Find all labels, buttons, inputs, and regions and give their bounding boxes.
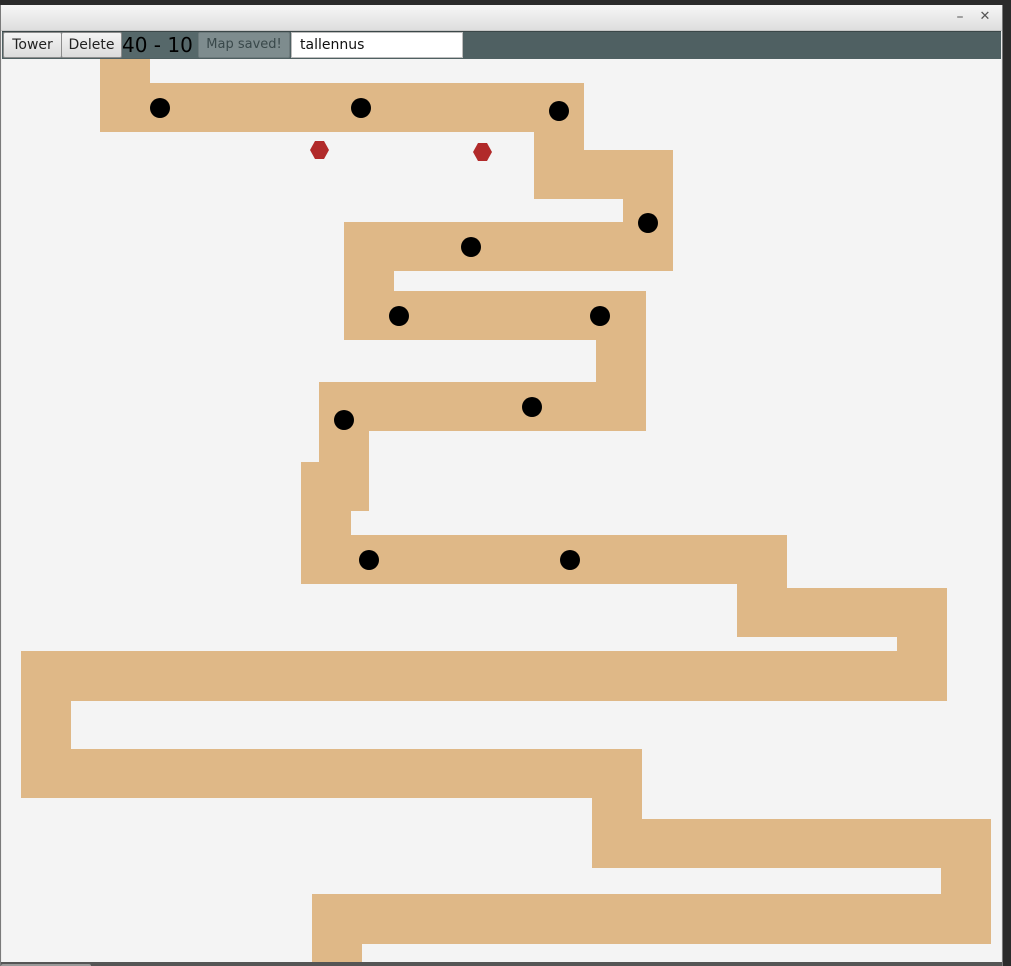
close-icon[interactable]: ✕ — [976, 8, 994, 26]
save-map-button[interactable]: Map saved! — [198, 32, 290, 58]
tower[interactable] — [461, 237, 481, 257]
path-segment — [21, 651, 947, 701]
tower[interactable] — [150, 98, 170, 118]
path-segment — [21, 749, 642, 798]
tower[interactable] — [549, 101, 569, 121]
minimize-icon[interactable]: – — [951, 8, 969, 26]
game-map[interactable] — [2, 59, 1001, 963]
tower[interactable] — [359, 550, 379, 570]
tower[interactable] — [560, 550, 580, 570]
map-name-input[interactable] — [291, 32, 463, 58]
tower[interactable] — [590, 306, 610, 326]
enemy-path — [21, 59, 991, 963]
enemy — [310, 141, 329, 159]
tower[interactable] — [334, 410, 354, 430]
enemies — [310, 141, 492, 161]
tower[interactable] — [638, 213, 658, 233]
horizontal-scrollbar[interactable] — [1, 962, 1002, 966]
tower[interactable] — [351, 98, 371, 118]
tower[interactable] — [389, 306, 409, 326]
delete-button[interactable]: Delete — [61, 32, 122, 58]
map-svg[interactable] — [2, 59, 1001, 963]
score-readout: 40 - 10 — [122, 32, 198, 58]
tower-button[interactable]: Tower — [3, 32, 62, 58]
path-segment — [312, 894, 362, 963]
tower[interactable] — [522, 397, 542, 417]
enemy — [473, 143, 492, 161]
path-segment — [592, 819, 991, 868]
path-segment — [100, 83, 584, 132]
path-segment — [312, 894, 991, 944]
game-window: – ✕ Tower Delete 40 - 10 Map saved! — [0, 5, 1003, 966]
title-bar[interactable]: – ✕ — [1, 5, 1002, 31]
toolbar: Tower Delete 40 - 10 Map saved! — [2, 31, 1001, 60]
